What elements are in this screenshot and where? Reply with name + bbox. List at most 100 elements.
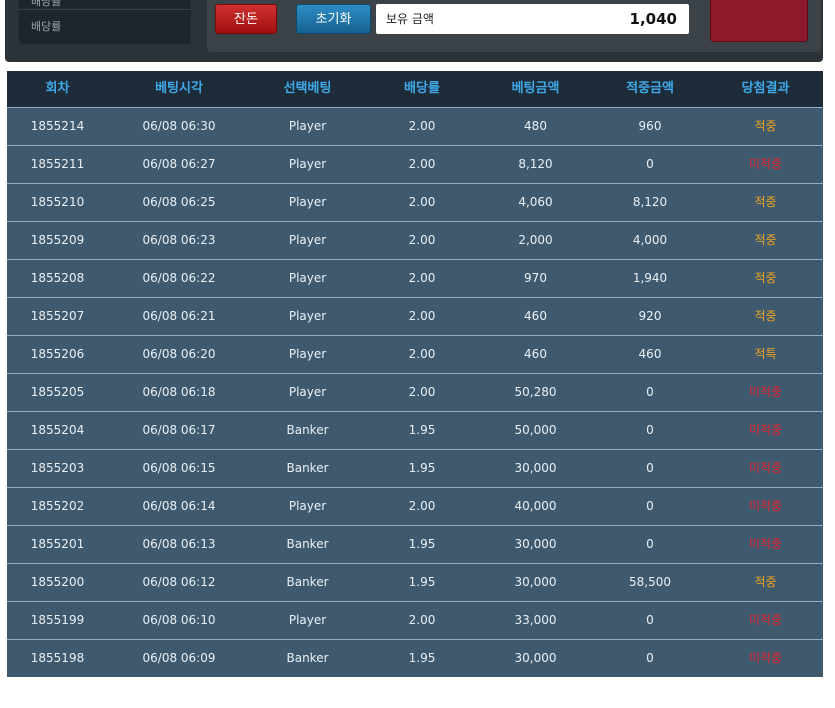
cell-result: 미적중: [748, 423, 783, 437]
table-row: 1855205 06/08 06:18 Player 2.00 50,280 0 미적중: [7, 373, 823, 411]
cell-bet-time: 06/08 06:10: [142, 613, 216, 627]
cell-bet-time: 06/08 06:25: [142, 195, 216, 209]
cell-selection: Banker: [286, 423, 329, 437]
cell-bet-amount: 50,280: [514, 385, 557, 399]
cell-result: 적중: [754, 309, 777, 323]
table-row: 1855204 06/08 06:17 Banker 1.95 50,000 0 미적중: [7, 411, 823, 449]
cell-selection: Banker: [286, 651, 329, 665]
cell-payout: 58,500: [629, 575, 671, 589]
cell-result: 적중: [754, 271, 777, 285]
cell-round: 1855202: [30, 499, 85, 513]
cell-payout: 960: [638, 119, 662, 133]
cell-round: 1855210: [30, 195, 85, 209]
header-result: 당첨결과: [741, 81, 790, 96]
cell-round: 1855207: [30, 309, 85, 323]
cell-bet-amount: 50,000: [514, 423, 557, 437]
cell-bet-time: 06/08 06:14: [142, 499, 216, 513]
cell-bet-amount: 460: [524, 347, 547, 361]
cell-selection: Player: [288, 499, 327, 513]
header-bet-time: 베팅시각: [155, 81, 203, 96]
balance-value: 1,040: [629, 10, 677, 28]
table-row: 1855211 06/08 06:27 Player 2.00 8,120 0 미적중: [7, 145, 823, 183]
table-row: 1855198 06/08 06:09 Banker 1.95 30,000 0 미적중: [7, 639, 823, 677]
cell-odds: 1.95: [408, 461, 436, 475]
cell-selection: Player: [288, 195, 327, 209]
table-row: 1855199 06/08 06:10 Player 2.00 33,000 0 미적중: [7, 601, 823, 639]
cell-selection: Player: [288, 309, 327, 323]
cell-payout: 0: [646, 537, 654, 551]
table-row: 1855210 06/08 06:25 Player 2.00 4,060 8,120 적중: [7, 183, 823, 221]
cell-round: 1855204: [30, 423, 85, 437]
cell-bet-amount: 30,000: [514, 575, 557, 589]
cell-bet-amount: 40,000: [514, 499, 557, 513]
table-row: 1855203 06/08 06:15 Banker 1.95 30,000 0 미적중: [7, 449, 823, 487]
cell-round: 1855205: [30, 385, 85, 399]
cell-payout: 0: [646, 651, 654, 665]
cell-bet-time: 06/08 06:27: [142, 157, 216, 171]
cell-payout: 0: [646, 157, 654, 171]
cell-bet-time: 06/08 06:09: [142, 651, 216, 665]
cell-odds: 2.00: [408, 271, 436, 285]
cell-payout: 460: [638, 347, 662, 361]
cell-payout: 0: [646, 613, 654, 627]
cell-bet-time: 06/08 06:21: [142, 309, 216, 323]
table-header: 회차 베팅시각 선택베팅 배당률 베팅금액 적중금액 당첨결과: [7, 71, 823, 107]
cell-odds: 2.00: [408, 119, 436, 133]
reset-button[interactable]: 초기화: [296, 4, 371, 34]
cell-bet-time: 06/08 06:22: [142, 271, 216, 285]
cell-result: 적특: [754, 347, 777, 361]
table-row: 1855208 06/08 06:22 Player 2.00 970 1,940 적중: [7, 259, 823, 297]
cell-odds: 2.00: [408, 309, 436, 323]
cell-odds: 2.00: [408, 385, 436, 399]
cell-result: 미적중: [748, 461, 783, 475]
cell-round: 1855211: [30, 157, 85, 171]
cell-bet-amount: 2,000: [518, 233, 553, 247]
cell-bet-amount: 8,120: [518, 157, 553, 171]
table-row: 1855206 06/08 06:20 Player 2.00 460 460 적특: [7, 335, 823, 373]
cell-odds: 2.00: [408, 157, 436, 171]
cell-result: 미적중: [748, 537, 783, 551]
cell-payout: 1,940: [632, 271, 668, 285]
change-button[interactable]: 잔돈: [215, 4, 277, 34]
cell-round: 1855209: [30, 233, 85, 247]
cell-bet-time: 06/08 06:17: [142, 423, 216, 437]
cell-bet-time: 06/08 06:13: [142, 537, 216, 551]
table-row: 1855202 06/08 06:14 Player 2.00 40,000 0 미적중: [7, 487, 823, 525]
cell-result: 적중: [754, 119, 777, 133]
cell-selection: Player: [288, 347, 327, 361]
cell-result: 미적중: [748, 385, 783, 399]
cell-selection: Player: [288, 233, 327, 247]
cell-bet-time: 06/08 06:23: [142, 233, 216, 247]
bet-control-panel: 잔돈 초기화 보유 금액 1,040: [207, 0, 821, 52]
cell-bet-amount: 30,000: [514, 537, 557, 551]
cell-round: 1855200: [30, 575, 85, 589]
table-body: 1855214 06/08 06:30 Player 2.00 480 960 적중 1855…: [7, 107, 823, 677]
cell-odds: 2.00: [408, 499, 436, 513]
cell-payout: 0: [646, 423, 654, 437]
place-bet-button[interactable]: [710, 0, 808, 42]
cell-odds: 1.95: [408, 423, 436, 437]
cell-round: 1855208: [30, 271, 85, 285]
table-row: 1855207 06/08 06:21 Player 2.00 460 920 적중: [7, 297, 823, 335]
cell-result: 적중: [754, 233, 777, 247]
cell-result: 적중: [754, 575, 777, 589]
cell-selection: Banker: [286, 461, 329, 475]
cell-odds: 1.95: [408, 537, 436, 551]
cell-round: 1855201: [30, 537, 85, 551]
cell-selection: Player: [288, 119, 327, 133]
balance-field: 보유 금액 1,040: [376, 4, 689, 34]
info-row-partial: 배당률: [19, 0, 191, 10]
info-row-odds: 배당률: [31, 20, 62, 33]
cell-odds: 1.95: [408, 651, 436, 665]
cell-selection: Player: [288, 271, 327, 285]
cell-bet-time: 06/08 06:18: [142, 385, 216, 399]
cell-odds: 2.00: [408, 347, 436, 361]
cell-round: 1855203: [30, 461, 85, 475]
cell-payout: 4,000: [632, 233, 668, 247]
cell-bet-amount: 480: [524, 119, 547, 133]
table-row: 1855214 06/08 06:30 Player 2.00 480 960 적중: [7, 107, 823, 145]
odds-info-box: 배당률 배당률: [19, 0, 191, 44]
cell-result: 미적중: [748, 499, 783, 513]
table-row: 1855201 06/08 06:13 Banker 1.95 30,000 0 미적중: [7, 525, 823, 563]
cell-bet-amount: 30,000: [514, 461, 557, 475]
